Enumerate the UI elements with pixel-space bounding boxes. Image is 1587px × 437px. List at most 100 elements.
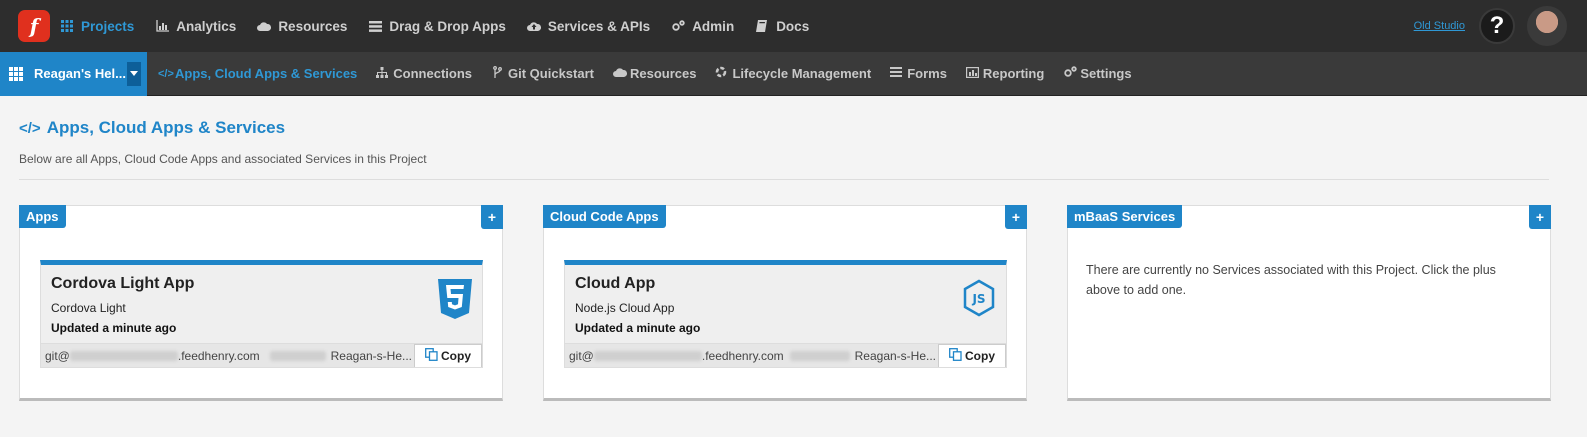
logo-letter: f	[29, 14, 39, 38]
nav-label: Analytics	[176, 18, 237, 34]
bar-chart-icon	[155, 20, 169, 32]
tab-resources[interactable]: Resources	[612, 66, 697, 81]
divider	[19, 179, 1549, 180]
nav-drag-drop-apps[interactable]: Drag & Drop Apps	[368, 19, 506, 34]
feedhenry-logo[interactable]: f	[18, 10, 50, 42]
git-branch-icon	[491, 66, 503, 81]
tab-label: Git Quickstart	[508, 66, 594, 81]
git-prefix: git@	[45, 348, 70, 363]
nav-admin[interactable]: Admin	[671, 19, 734, 34]
copy-button[interactable]: Copy	[414, 344, 482, 367]
caret-down-icon[interactable]	[127, 61, 141, 86]
cogs-icon	[1063, 66, 1078, 81]
top-navbar: f Projects Analytics Resources Drag & Dr…	[0, 0, 1587, 52]
cloud-icon	[612, 67, 628, 80]
tab-label: Resources	[629, 66, 697, 81]
git-domain: .feedhenry.com	[701, 348, 784, 363]
page-title-text: Apps, Cloud Apps & Services	[46, 118, 286, 137]
cloud-apps-panel-title: Cloud Code Apps	[543, 205, 666, 228]
redacted-host	[593, 350, 702, 361]
copy-icon	[425, 347, 438, 364]
copy-icon	[949, 347, 962, 364]
redacted-id	[269, 350, 326, 361]
nav-resources[interactable]: Resources	[257, 19, 347, 34]
grid-icon	[60, 20, 74, 32]
mbaas-panel-title: mBaaS Services	[1067, 205, 1183, 228]
tab-label: Reporting	[982, 66, 1045, 81]
nav-label: Docs	[776, 18, 810, 34]
tab-lifecycle-management[interactable]: Lifecycle Management	[715, 66, 871, 81]
tab-connections[interactable]: Connections	[376, 66, 472, 81]
nodejs-icon: JS	[962, 279, 996, 319]
app-name: Cordova Light App	[51, 275, 195, 292]
tab-label: Settings	[1080, 66, 1132, 81]
tab-reporting[interactable]: Reporting	[965, 66, 1045, 81]
git-repo: Reagan-s-He...	[330, 348, 412, 363]
tab-settings[interactable]: Settings	[1063, 66, 1132, 81]
tab-apps-cloud-services[interactable]: </> Apps, Cloud Apps & Services	[158, 66, 357, 81]
cogs-icon	[671, 20, 685, 32]
tab-forms[interactable]: Forms	[890, 66, 947, 81]
nav-label: Drag & Drop Apps	[389, 18, 506, 34]
git-repo: Reagan-s-He...	[854, 348, 936, 363]
cloud-upload-icon	[526, 20, 541, 32]
tab-git-quickstart[interactable]: Git Quickstart	[491, 66, 594, 81]
main-content: </> Apps, Cloud Apps & Services Below ar…	[0, 118, 1587, 401]
cloud-app-type: Node.js Cloud App	[575, 301, 675, 315]
sitemap-icon	[376, 66, 389, 81]
git-prefix: git@	[569, 348, 594, 363]
project-navbar: Reagan's Hel... </> Apps, Cloud Apps & S…	[0, 51, 1587, 96]
tab-label: Connections	[393, 66, 473, 81]
nav-projects[interactable]: Projects	[60, 19, 134, 34]
old-studio-link[interactable]: Old Studio	[1414, 20, 1465, 32]
bar-chart-icon	[965, 66, 979, 81]
git-domain: .feedhenry.com	[177, 348, 260, 363]
nav-label: Admin	[692, 18, 735, 34]
git-url-row: git@ .feedhenry.com Reagan-s-He... Copy	[41, 343, 482, 367]
apps-panel-title: Apps	[19, 205, 66, 228]
cloud-app-updated: Updated a minute ago	[575, 321, 701, 335]
help-button[interactable]: ?	[1479, 8, 1515, 44]
project-selector[interactable]: Reagan's Hel...	[0, 51, 147, 96]
app-updated: Updated a minute ago	[51, 321, 177, 335]
mbaas-services-panel: mBaaS Services + There are currently no …	[1067, 205, 1551, 401]
page-description: Below are all Apps, Cloud Code Apps and …	[19, 152, 427, 166]
git-url-row: git@ .feedhenry.com Reagan-s-He... Copy	[565, 343, 1006, 367]
copy-button[interactable]: Copy	[938, 344, 1006, 367]
nav-label: Resources	[278, 18, 348, 34]
copy-label: Copy	[965, 348, 995, 363]
lifecycle-icon	[715, 66, 727, 81]
copy-label: Copy	[441, 348, 471, 363]
redacted-id	[789, 350, 850, 361]
add-app-button[interactable]: +	[481, 205, 503, 229]
nav-services-apis[interactable]: Services & APIs	[526, 18, 651, 34]
cloud-apps-panel: Cloud Code Apps + Cloud App Node.js Clou…	[543, 205, 1027, 401]
project-name: Reagan's Hel...	[34, 66, 126, 81]
html5-icon	[438, 279, 472, 319]
nav-label: Services & APIs	[547, 18, 651, 34]
question-icon: ?	[1489, 12, 1505, 39]
code-icon: </>	[19, 119, 41, 137]
nav-analytics[interactable]: Analytics	[155, 19, 236, 34]
cloud-icon	[257, 20, 272, 32]
apps-panel: Apps + Cordova Light App Cordova Light U…	[19, 205, 503, 401]
user-avatar[interactable]	[1527, 6, 1567, 46]
cloud-app-card[interactable]: Cloud App Node.js Cloud App Updated a mi…	[564, 260, 1007, 368]
apps-grid-icon	[9, 66, 23, 81]
add-service-button[interactable]: +	[1529, 205, 1551, 229]
tab-label: Forms	[907, 66, 947, 81]
nav-docs[interactable]: Docs	[755, 19, 809, 34]
add-cloud-app-button[interactable]: +	[1005, 205, 1027, 229]
nav-label: Projects	[81, 18, 135, 34]
list-icon	[890, 67, 903, 80]
panels-row: Apps + Cordova Light App Cordova Light U…	[19, 205, 1568, 401]
tab-label: Lifecycle Management	[732, 66, 872, 81]
cloud-app-name: Cloud App	[575, 275, 656, 292]
page-title: </> Apps, Cloud Apps & Services	[19, 118, 1568, 138]
tab-label: Apps, Cloud Apps & Services	[175, 66, 358, 81]
app-card[interactable]: Cordova Light App Cordova Light Updated …	[40, 260, 483, 368]
main-nav: Projects Analytics Resources Drag & Drop…	[60, 19, 830, 34]
app-type: Cordova Light	[51, 301, 126, 315]
code-icon: </>	[158, 67, 174, 80]
redacted-host	[69, 350, 178, 361]
